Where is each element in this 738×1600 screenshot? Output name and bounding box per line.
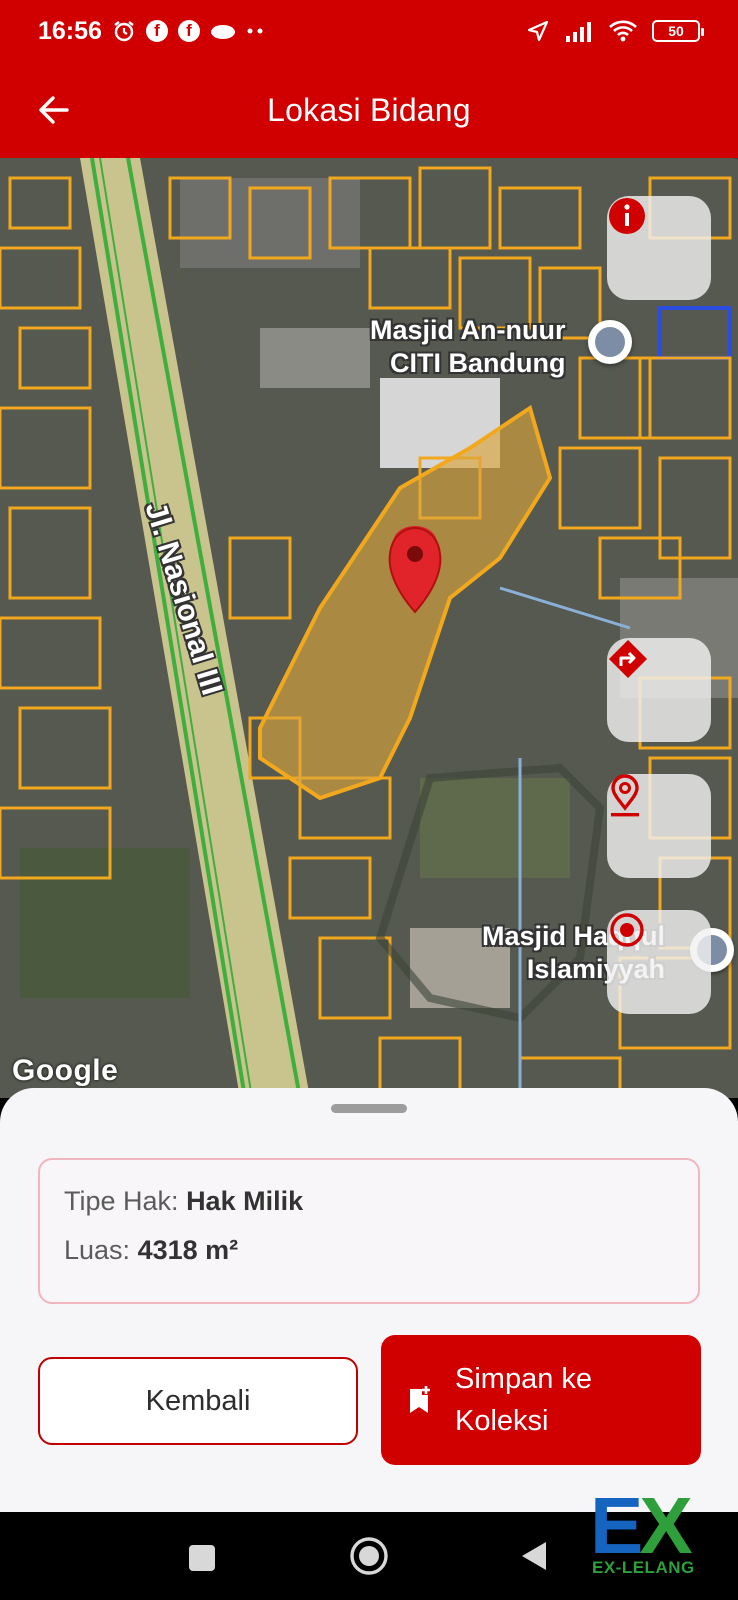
bookmark-add-icon <box>410 1386 430 1413</box>
home-button[interactable] <box>349 1536 389 1581</box>
facebook-icon: f <box>145 20 168 42</box>
back-nav-button[interactable] <box>520 1540 548 1577</box>
status-time: 16:56 <box>38 16 102 45</box>
signal-icon <box>564 20 594 42</box>
tipe-hak-row: Tipe Hak: Hak Milik <box>64 1186 674 1217</box>
mosque-icon[interactable] <box>588 320 632 364</box>
parcel-info-card: Tipe Hak: Hak Milik Luas: 4318 m² <box>38 1158 700 1304</box>
alarm-icon <box>112 19 136 43</box>
my-location-button[interactable] <box>607 910 711 1014</box>
luas-row: Luas: 4318 m² <box>64 1235 674 1266</box>
ex-lelang-watermark: EX EX-LELANG <box>590 1481 730 1588</box>
kembali-button[interactable]: Kembali <box>38 1357 358 1445</box>
map-view[interactable]: Masjid An-nuur CITI Bandung Masjid Haqqu… <box>0 158 738 1098</box>
save-button-label: Simpan ke Koleksi <box>455 1363 593 1437</box>
status-bar: 16:56 f f 50 <box>0 0 738 62</box>
wifi-icon <box>608 19 638 43</box>
tipe-hak-value: Hak Milik <box>186 1186 304 1216</box>
show-location-button[interactable] <box>607 774 711 878</box>
bottom-sheet: Tipe Hak: Hak Milik Luas: 4318 m² Kembal… <box>0 1088 738 1512</box>
my-location-icon <box>610 913 644 947</box>
save-to-collection-button[interactable]: Simpan ke Koleksi <box>381 1335 701 1465</box>
poi-label-masjid-an-nuur: Masjid An-nuur CITI Bandung <box>370 315 566 378</box>
directions-button[interactable] <box>607 638 711 742</box>
google-attribution: Google <box>12 1054 119 1087</box>
battery-icon: 50 <box>652 20 704 42</box>
home-circle-icon <box>350 1537 388 1575</box>
location-arrow-icon <box>526 19 550 43</box>
back-button[interactable] <box>30 86 78 134</box>
tipe-hak-label: Tipe Hak: <box>64 1186 179 1216</box>
cloud-icon <box>210 21 236 41</box>
drag-handle[interactable] <box>331 1104 407 1113</box>
square-icon <box>189 1545 215 1571</box>
ex-logo: EX <box>590 1481 693 1570</box>
location-pin-icon <box>611 774 639 817</box>
page-title: Lokasi Bidang <box>267 91 471 128</box>
triangle-back-icon <box>522 1542 546 1570</box>
info-icon <box>609 198 645 234</box>
recent-apps-button[interactable] <box>188 1544 216 1577</box>
directions-icon <box>609 640 647 678</box>
info-button[interactable] <box>607 196 711 300</box>
watermark-label: EX-LELANG <box>592 1558 695 1577</box>
more-icon <box>246 27 266 35</box>
arrow-left-icon <box>39 96 69 124</box>
facebook-icon: f <box>177 20 200 42</box>
luas-label: Luas: <box>64 1235 131 1265</box>
luas-value: 4318 m² <box>137 1235 239 1265</box>
app-bar: Lokasi Bidang <box>0 62 738 158</box>
